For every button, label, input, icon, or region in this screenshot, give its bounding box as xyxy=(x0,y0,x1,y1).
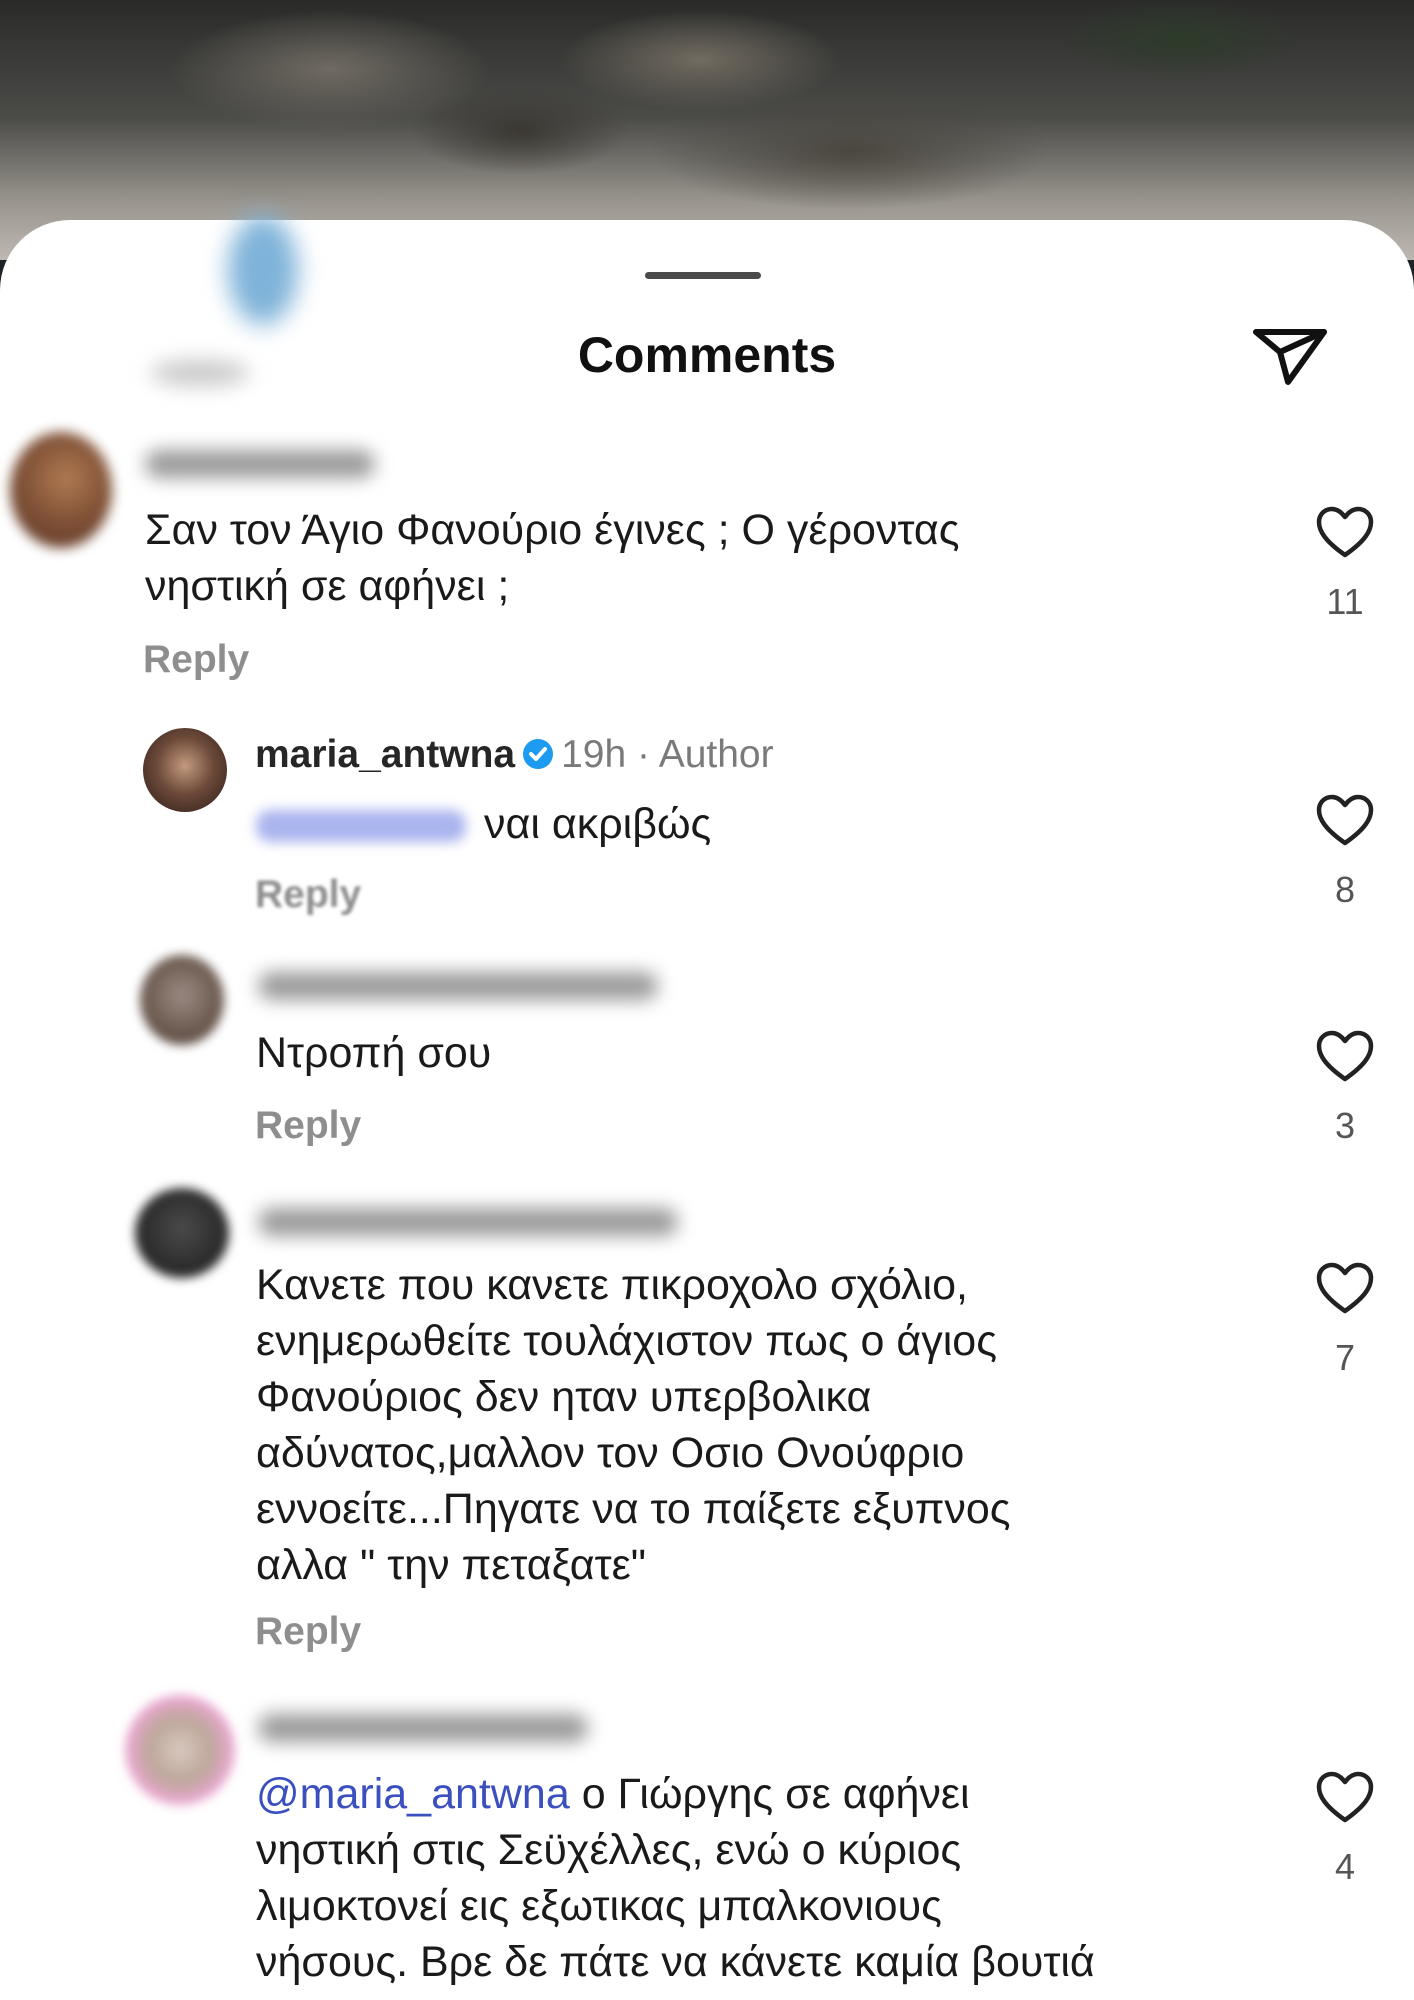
like-control[interactable]: 3 xyxy=(1310,1029,1380,1147)
comment-header: maria_antwna 19h · Author xyxy=(255,733,774,776)
username-blurred[interactable] xyxy=(258,1208,678,1236)
like-control[interactable]: 7 xyxy=(1310,1261,1380,1379)
username-blurred[interactable] xyxy=(145,450,375,478)
username[interactable]: maria_antwna xyxy=(255,733,515,776)
mention-link[interactable]: @maria_antwna xyxy=(256,1770,570,1818)
heart-icon xyxy=(1316,506,1374,558)
avatar[interactable] xyxy=(10,432,112,548)
mention-blurred[interactable] xyxy=(256,810,466,842)
verified-badge-icon xyxy=(523,739,554,769)
reply-button[interactable]: Reply xyxy=(143,638,249,682)
send-icon xyxy=(1253,329,1327,385)
username-blurred[interactable] xyxy=(258,1714,588,1742)
heart-icon xyxy=(1316,1771,1374,1823)
comments-screen: Comments Σαν τον Άγιο Φανούριο έγινες ; … xyxy=(0,0,1414,2000)
username-blurred[interactable] xyxy=(258,972,658,1000)
comment-time: 19h xyxy=(561,733,627,776)
avatar[interactable] xyxy=(135,1188,229,1278)
reply-button[interactable]: Reply xyxy=(255,1610,361,1654)
reply-button[interactable]: Reply xyxy=(255,1104,361,1148)
reply-button[interactable]: Reply xyxy=(255,873,361,917)
avatar[interactable] xyxy=(125,1695,235,1805)
like-count: 11 xyxy=(1326,581,1364,622)
comment-text: @maria_antwna ο Γιώργης σε αφήνει νηστικ… xyxy=(256,1766,1095,1990)
sheet-title: Comments xyxy=(577,327,837,383)
avatar[interactable] xyxy=(140,955,224,1045)
like-count: 7 xyxy=(1334,1337,1356,1378)
drag-handle[interactable] xyxy=(645,272,761,279)
heart-icon xyxy=(1316,1262,1374,1314)
comment-text: Ντροπή σου xyxy=(256,1029,492,1077)
heart-icon xyxy=(1316,794,1374,846)
like-control[interactable]: 8 xyxy=(1310,793,1380,911)
like-control[interactable]: 11 xyxy=(1310,505,1380,623)
comment-text: Κανετε που κανετε πικροχολο σχόλιο, ενημ… xyxy=(256,1261,1011,1589)
author-tag: Author xyxy=(658,733,774,776)
like-count: 4 xyxy=(1334,1846,1356,1887)
like-count: 3 xyxy=(1334,1105,1356,1146)
avatar[interactable] xyxy=(143,728,227,812)
like-count: 8 xyxy=(1334,869,1356,910)
heart-icon xyxy=(1316,1030,1374,1082)
blurred-decoration xyxy=(228,215,298,325)
like-control[interactable]: 4 xyxy=(1310,1770,1380,1888)
comment-text: Σαν τον Άγιο Φανούριο έγινες ; Ο γέροντα… xyxy=(145,506,960,610)
share-button[interactable] xyxy=(1248,314,1332,398)
comment-text: ναι ακριβώς xyxy=(484,800,712,848)
